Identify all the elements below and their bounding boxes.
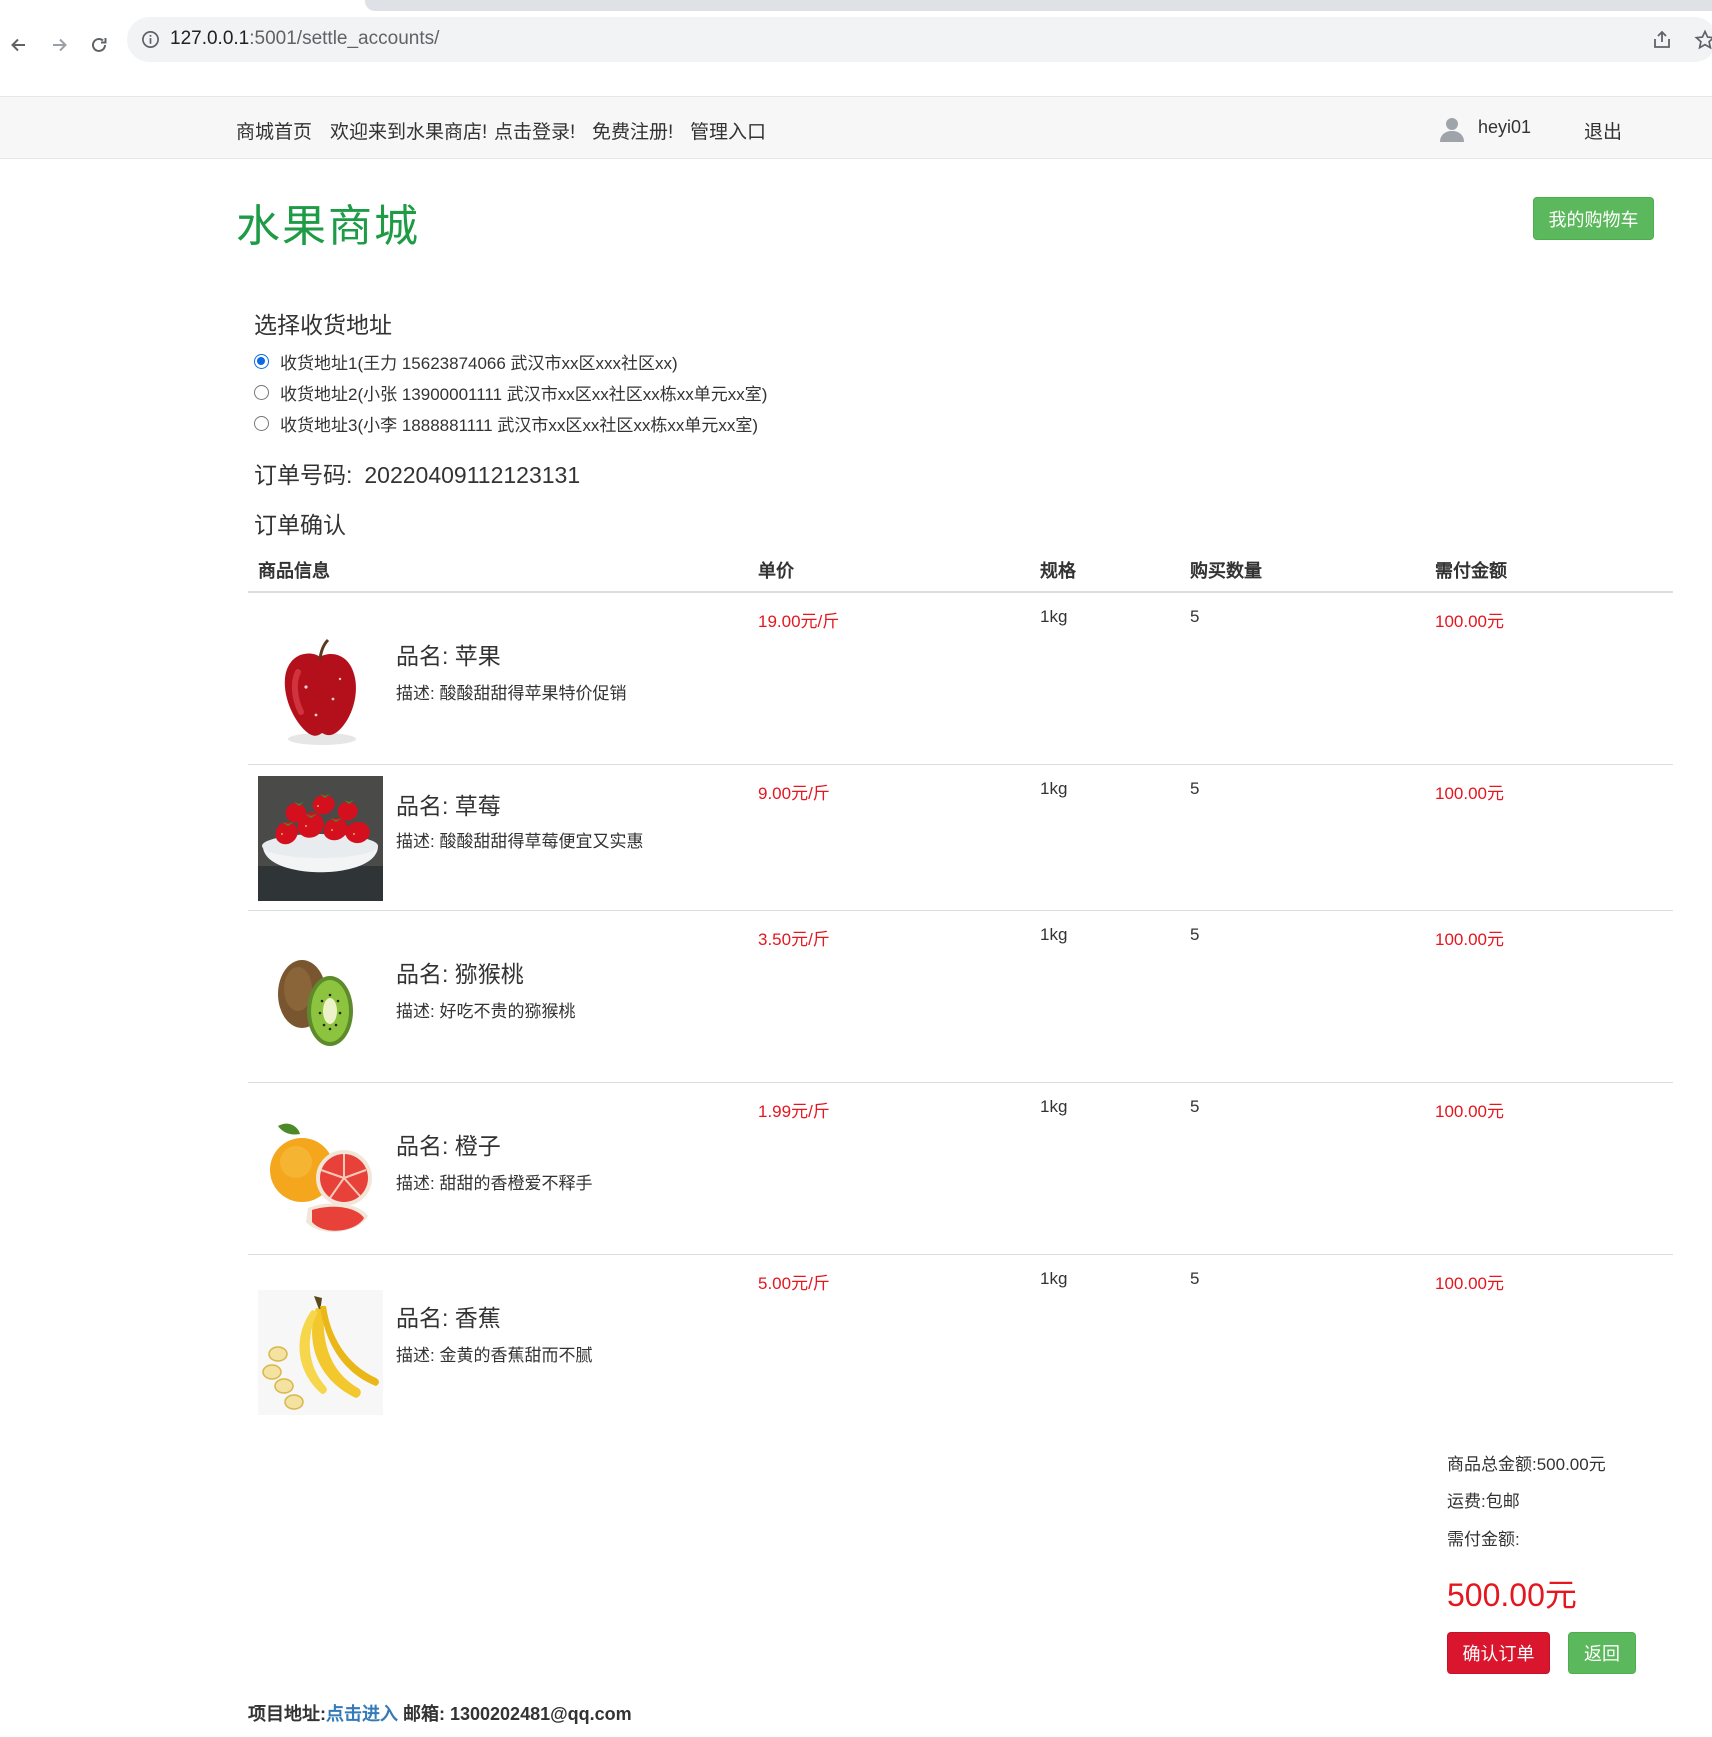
address-option-label: 收货地址3(小李 1888881111 武汉市xx区xx社区xx栋xx单元xx室… — [280, 416, 758, 435]
nav-admin-link[interactable]: 管理入口 — [690, 117, 766, 144]
payable-label: 需付金额: — [1447, 1530, 1520, 1549]
confirm-order-button[interactable]: 确认订单 — [1447, 1632, 1550, 1674]
unit-price: 9.00元/斤 — [758, 784, 830, 803]
banana-image[interactable] — [258, 1290, 383, 1415]
project-label: 项目地址: — [248, 1704, 326, 1724]
forward-arrow-icon[interactable] — [43, 29, 75, 61]
quantity: 5 — [1190, 925, 1200, 944]
payable-amount: 500.00元 — [1447, 1577, 1577, 1613]
apple-image[interactable] — [258, 627, 383, 752]
column-header-product: 商品信息 — [258, 561, 330, 581]
line-amount: 100.00元 — [1435, 1274, 1504, 1293]
welcome-text: 欢迎来到水果商店! — [330, 122, 488, 143]
column-header-quantity: 购买数量 — [1190, 561, 1262, 581]
url-text[interactable]: 127.0.0.1:5001/settle_accounts/ — [170, 28, 439, 50]
address-section-title: 选择收货地址 — [254, 312, 392, 338]
site-info-icon[interactable] — [141, 30, 160, 49]
column-header-spec: 规格 — [1040, 561, 1076, 581]
goods-total: 商品总金额:500.00元 — [1447, 1455, 1606, 1474]
product-description: 描述: 酸酸甜甜得草莓便宜又实惠 — [396, 832, 644, 851]
line-amount: 100.00元 — [1435, 784, 1504, 803]
address-option-1[interactable]: 收货地址1(王力 15623874066 武汉市xx区xxx社区xx) — [254, 349, 678, 374]
product-name: 品名: 香蕉 — [396, 1305, 501, 1331]
nav-register-link[interactable]: 免费注册! — [592, 117, 673, 144]
quantity: 5 — [1190, 1269, 1200, 1288]
address-option-label: 收货地址2(小张 13900001111 武汉市xx区xx社区xx栋xx单元xx… — [280, 385, 768, 404]
line-amount: 100.00元 — [1435, 930, 1504, 949]
url-path: /settle_accounts/ — [296, 28, 440, 49]
user-icon — [1439, 116, 1465, 142]
order-number-label: 订单号码: — [254, 462, 353, 488]
address-option-3[interactable]: 收货地址3(小李 1888881111 武汉市xx区xx社区xx栋xx单元xx室… — [254, 411, 758, 436]
shipping-fee: 运费:包邮 — [1447, 1492, 1520, 1511]
inactive-tab-area — [365, 0, 1712, 11]
address-radio-2[interactable] — [254, 385, 269, 400]
nav-login-link[interactable]: 点击登录! — [494, 117, 575, 144]
address-radio-1[interactable] — [254, 354, 269, 369]
product-description: 描述: 甜甜的香橙爱不释手 — [396, 1174, 593, 1193]
product-name: 品名: 苹果 — [396, 643, 501, 669]
address-radio-3[interactable] — [254, 416, 269, 431]
product-description: 描述: 好吃不贵的猕猴桃 — [396, 1002, 576, 1021]
back-button[interactable]: 返回 — [1568, 1632, 1636, 1674]
browser-toolbar: 127.0.0.1:5001/settle_accounts/ — [0, 11, 1712, 99]
unit-price: 19.00元/斤 — [758, 612, 840, 631]
orange-image[interactable] — [258, 1118, 383, 1243]
product-name: 品名: 草莓 — [396, 793, 501, 819]
footer-email: 邮箱: 1300202481@qq.com — [398, 1704, 632, 1724]
username-link[interactable]: heyi01 — [1478, 117, 1531, 138]
address-option-label: 收货地址1(王力 15623874066 武汉市xx区xxx社区xx) — [280, 354, 678, 373]
tab-strip — [0, 0, 1712, 11]
unit-price: 1.99元/斤 — [758, 1102, 830, 1121]
spec: 1kg — [1040, 1097, 1068, 1116]
share-icon[interactable] — [1651, 29, 1673, 51]
unit-price: 3.50元/斤 — [758, 930, 830, 949]
column-header-amount: 需付金额 — [1435, 561, 1507, 581]
product-name: 品名: 猕猴桃 — [396, 961, 524, 987]
order-number-value: 20220409112123131 — [364, 462, 581, 488]
logout-link[interactable]: 退出 — [1584, 117, 1622, 144]
table-row: 品名: 草莓 描述: 酸酸甜甜得草莓便宜又实惠 9.00元/斤 1kg 5 10… — [248, 765, 1673, 911]
table-row: 品名: 橙子 描述: 甜甜的香橙爱不释手 1.99元/斤 1kg 5 100.0… — [248, 1083, 1673, 1255]
quantity: 5 — [1190, 1097, 1200, 1116]
footer: 项目地址:点击进入 邮箱: 1300202481@qq.com — [248, 1700, 632, 1726]
reload-icon[interactable] — [83, 29, 115, 61]
spec: 1kg — [1040, 607, 1068, 626]
quantity: 5 — [1190, 607, 1200, 626]
kiwi-image[interactable] — [258, 939, 383, 1064]
project-link[interactable]: 点击进入 — [326, 1704, 398, 1724]
quantity: 5 — [1190, 779, 1200, 798]
column-header-price: 单价 — [758, 561, 794, 581]
table-row: 品名: 苹果 描述: 酸酸甜甜得苹果特价促销 19.00元/斤 1kg 5 10… — [248, 593, 1673, 765]
back-arrow-icon[interactable] — [3, 29, 35, 61]
address-bar[interactable]: 127.0.0.1:5001/settle_accounts/ — [127, 17, 1712, 62]
spec: 1kg — [1040, 779, 1068, 798]
spec: 1kg — [1040, 925, 1068, 944]
line-amount: 100.00元 — [1435, 1102, 1504, 1121]
my-cart-button[interactable]: 我的购物车 — [1533, 197, 1654, 240]
table-row: 品名: 猕猴桃 描述: 好吃不贵的猕猴桃 3.50元/斤 1kg 5 100.0… — [248, 911, 1673, 1083]
product-name: 品名: 橙子 — [396, 1133, 501, 1159]
spec: 1kg — [1040, 1269, 1068, 1288]
order-confirm-title: 订单确认 — [254, 512, 346, 538]
nav-home-link[interactable]: 商城首页 — [236, 117, 312, 144]
order-number: 订单号码: 20220409112123131 — [254, 456, 580, 490]
line-amount: 100.00元 — [1435, 612, 1504, 631]
site-topbar: 商城首页 欢迎来到水果商店! 点击登录! 免费注册! 管理入口 heyi01 退… — [0, 96, 1712, 159]
product-description: 描述: 金黄的香蕉甜而不腻 — [396, 1346, 593, 1365]
site-logo[interactable]: 水果商城 — [236, 190, 420, 254]
unit-price: 5.00元/斤 — [758, 1274, 830, 1293]
url-port: :5001 — [249, 28, 297, 49]
product-description: 描述: 酸酸甜甜得苹果特价促销 — [396, 684, 627, 703]
table-row: 品名: 香蕉 描述: 金黄的香蕉甜而不腻 5.00元/斤 1kg 5 100.0… — [248, 1255, 1673, 1427]
strawberry-image[interactable] — [258, 776, 383, 901]
bookmark-star-icon[interactable] — [1694, 29, 1712, 51]
url-host: 127.0.0.1 — [170, 28, 250, 49]
address-option-2[interactable]: 收货地址2(小张 13900001111 武汉市xx区xx社区xx栋xx单元xx… — [254, 380, 767, 405]
